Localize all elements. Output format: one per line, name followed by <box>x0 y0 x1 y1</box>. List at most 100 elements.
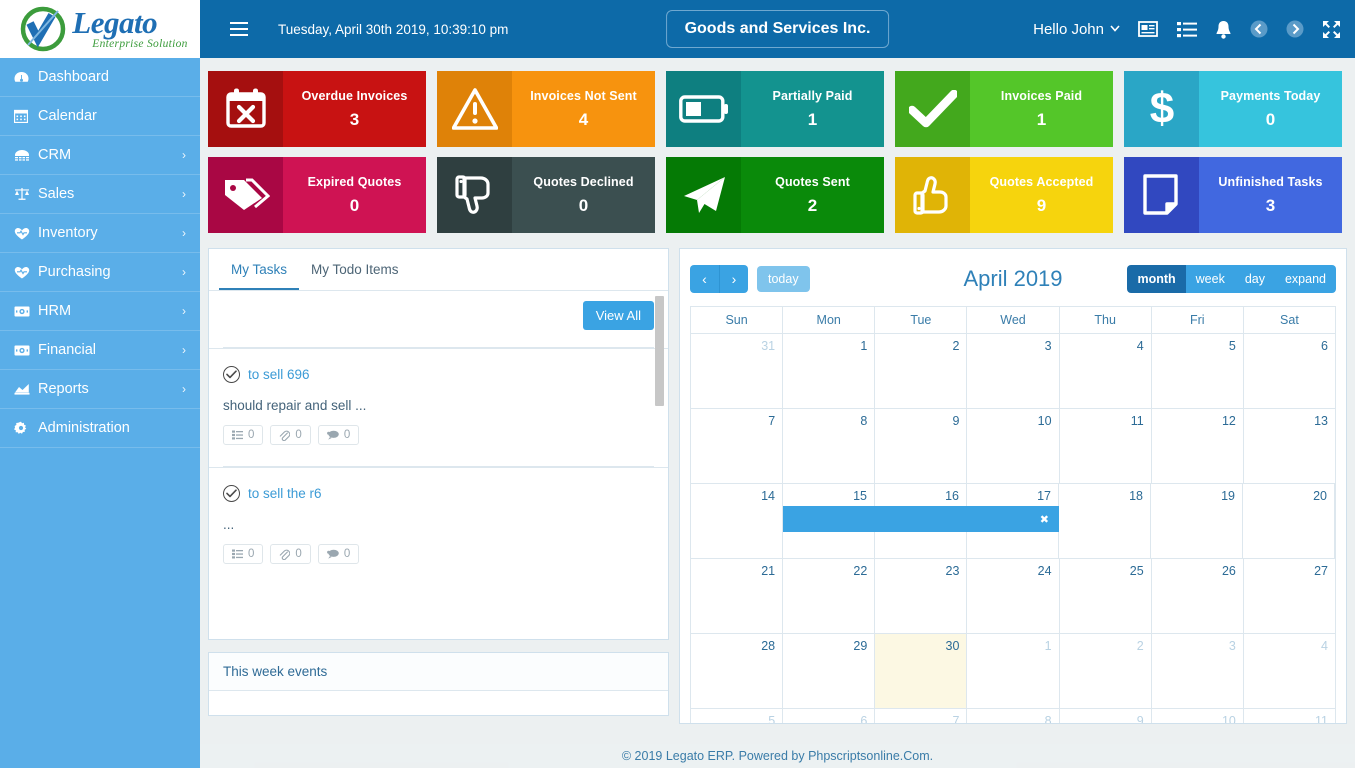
stat-card-partially-paid[interactable]: Partially Paid 1 <box>666 71 884 147</box>
stat-card-payments-today[interactable]: $ Payments Today 0 <box>1124 71 1342 147</box>
calendar-day-cell[interactable]: 6 <box>1244 334 1335 408</box>
fullscreen-icon[interactable] <box>1322 20 1341 39</box>
stat-card-value: 2 <box>807 195 818 215</box>
calendar-day-cell[interactable]: 27 <box>1244 559 1335 633</box>
calendar-view-expand[interactable]: expand <box>1274 265 1336 293</box>
stat-card-body: Invoices Paid 1 <box>970 71 1113 147</box>
task-meta-comment[interactable]: 0 <box>317 544 360 564</box>
stat-card-unfinished-tasks[interactable]: Unfinished Tasks 3 <box>1124 157 1342 233</box>
calendar-day-cell[interactable]: 11 <box>1060 409 1152 483</box>
calendar-day-cell[interactable]: 26 <box>1152 559 1244 633</box>
sidebar-item-dashboard[interactable]: Dashboard <box>0 58 200 97</box>
forward-circle-icon[interactable] <box>1286 20 1304 38</box>
calendar-event-close-icon[interactable]: ✖ <box>1040 513 1049 526</box>
news-icon[interactable] <box>1138 20 1159 38</box>
calendar-day-cell[interactable]: 10 <box>1152 709 1244 723</box>
battery-icon <box>666 71 741 147</box>
stat-card-quotes-accepted[interactable]: Quotes Accepted 9 <box>895 157 1113 233</box>
calendar-day-cell[interactable]: 18 <box>1059 484 1151 558</box>
tab-my-tasks[interactable]: My Tasks <box>219 249 300 290</box>
calendar-day-cell[interactable]: 30 <box>875 634 968 708</box>
stat-card-title: Invoices Paid <box>1000 88 1083 103</box>
calendar-day-cell[interactable]: 2 <box>875 334 968 408</box>
calendar-view-day[interactable]: day <box>1234 265 1275 293</box>
calendar-day-cell[interactable]: 24 <box>967 559 1060 633</box>
calendar-day-cell[interactable]: 20 <box>1243 484 1335 558</box>
task-meta-paperclip[interactable]: 0 <box>270 544 311 564</box>
sidebar-item-hrm[interactable]: HRM › <box>0 292 200 331</box>
view-all-button[interactable]: View All <box>582 301 654 330</box>
tab-my-todo-items[interactable]: My Todo Items <box>299 249 411 290</box>
calendar-day-cell[interactable]: 7 <box>691 409 784 483</box>
task-meta-checklist[interactable]: 0 <box>223 425 264 445</box>
calendar-day-cell[interactable]: 4 <box>1244 634 1335 708</box>
calendar-day-cell[interactable]: 4 <box>1060 334 1152 408</box>
calendar-day-cell[interactable]: 23 <box>875 559 968 633</box>
calendar-day-cell[interactable]: 21 <box>691 559 784 633</box>
calendar-day-cell[interactable]: 13 <box>1244 409 1335 483</box>
calendar-prev-button[interactable]: ‹ <box>690 265 719 293</box>
task-meta-paperclip[interactable]: 0 <box>270 425 311 445</box>
user-menu[interactable]: Hello John <box>1033 21 1120 38</box>
bell-icon[interactable] <box>1215 20 1232 39</box>
calendar-day-cell[interactable]: 6 <box>783 709 876 723</box>
calendar-day-cell[interactable]: 14 <box>691 484 783 558</box>
calendar-day-cell[interactable]: 8 <box>783 409 876 483</box>
calendar-day-cell[interactable]: 7 <box>875 709 968 723</box>
calendar-day-cell[interactable]: 9 <box>875 409 968 483</box>
stat-card-invoices-paid[interactable]: Invoices Paid 1 <box>895 71 1113 147</box>
stat-card-invoices-not-sent[interactable]: Invoices Not Sent 4 <box>437 71 655 147</box>
brand-logo[interactable]: Legato Enterprise Solution <box>0 0 200 58</box>
sidebar-item-purchasing[interactable]: Purchasing › <box>0 253 200 292</box>
calendar-day-cell[interactable]: 1 <box>967 634 1060 708</box>
sidebar-item-financial[interactable]: Financial › <box>0 331 200 370</box>
calendar-day-cell[interactable]: 29 <box>783 634 876 708</box>
calendar-today-button[interactable]: today <box>757 266 810 292</box>
task-title[interactable]: to sell 696 <box>248 367 310 382</box>
calendar-day-cell[interactable]: 19 <box>1151 484 1243 558</box>
sidebar-item-reports[interactable]: Reports › <box>0 370 200 409</box>
calendar-day-cell[interactable]: 31 <box>691 334 784 408</box>
calendar-day-cell[interactable]: 22 <box>783 559 876 633</box>
calendar-view-week[interactable]: week <box>1185 265 1235 293</box>
calendar-day-cell[interactable]: 25 <box>1060 559 1152 633</box>
calendar-day-cell[interactable]: 9 <box>1060 709 1152 723</box>
stat-card-expired-quotes[interactable]: Expired Quotes 0 <box>208 157 426 233</box>
menu-toggle-hamburger-icon[interactable] <box>230 15 260 43</box>
calendar-view-month[interactable]: month <box>1127 265 1186 293</box>
task-list-item[interactable]: to sell 696 should repair and sell ... 0 0 0 <box>209 348 668 449</box>
calendar-day-cell[interactable]: 11 <box>1244 709 1335 723</box>
calendar-day-cell[interactable]: 28 <box>691 634 784 708</box>
calendar-day-cell[interactable]: 1 <box>783 334 876 408</box>
task-complete-checkbox-icon[interactable] <box>223 485 240 502</box>
calendar-day-cell[interactable]: 10 <box>967 409 1060 483</box>
tasks-scrollbar[interactable] <box>655 296 664 406</box>
calendar-day-cell[interactable]: 5 <box>691 709 784 723</box>
sidebar-item-administration[interactable]: Administration <box>0 409 200 448</box>
calendar-next-button[interactable]: › <box>719 265 748 293</box>
task-meta-checklist[interactable]: 0 <box>223 544 264 564</box>
back-circle-icon[interactable] <box>1250 20 1268 38</box>
calendar-day-cell[interactable]: 8 <box>967 709 1060 723</box>
calendar-day-cell[interactable]: 3 <box>967 334 1060 408</box>
list-icon[interactable] <box>1177 21 1197 38</box>
task-meta-comment[interactable]: 0 <box>317 425 360 445</box>
sidebar-item-label: CRM <box>38 147 72 163</box>
calendar-day-cell[interactable]: 5 <box>1152 334 1244 408</box>
calendar-day-cell[interactable]: 12 <box>1152 409 1244 483</box>
company-name-badge[interactable]: Goods and Services Inc. <box>665 10 890 48</box>
calendar-day-cell[interactable]: 2 <box>1060 634 1152 708</box>
task-list-item[interactable]: to sell the r6... 0 0 0 <box>209 467 668 568</box>
calendar-event-bar[interactable]: ✖ <box>783 506 1059 532</box>
task-title[interactable]: to sell the r6 <box>248 486 322 501</box>
stat-card-quotes-sent[interactable]: Quotes Sent 2 <box>666 157 884 233</box>
sidebar-item-inventory[interactable]: Inventory › <box>0 214 200 253</box>
calendar-day-cell[interactable]: 3 <box>1152 634 1244 708</box>
stat-card-quotes-declined[interactable]: Quotes Declined 0 <box>437 157 655 233</box>
calendar-dow-sat: Sat <box>1280 313 1299 327</box>
sidebar-item-sales[interactable]: Sales › <box>0 175 200 214</box>
task-complete-checkbox-icon[interactable] <box>223 366 240 383</box>
stat-card-overdue-invoices[interactable]: Overdue Invoices 3 <box>208 71 426 147</box>
sidebar-item-crm[interactable]: CRM › <box>0 136 200 175</box>
sidebar-item-calendar[interactable]: Calendar <box>0 97 200 136</box>
